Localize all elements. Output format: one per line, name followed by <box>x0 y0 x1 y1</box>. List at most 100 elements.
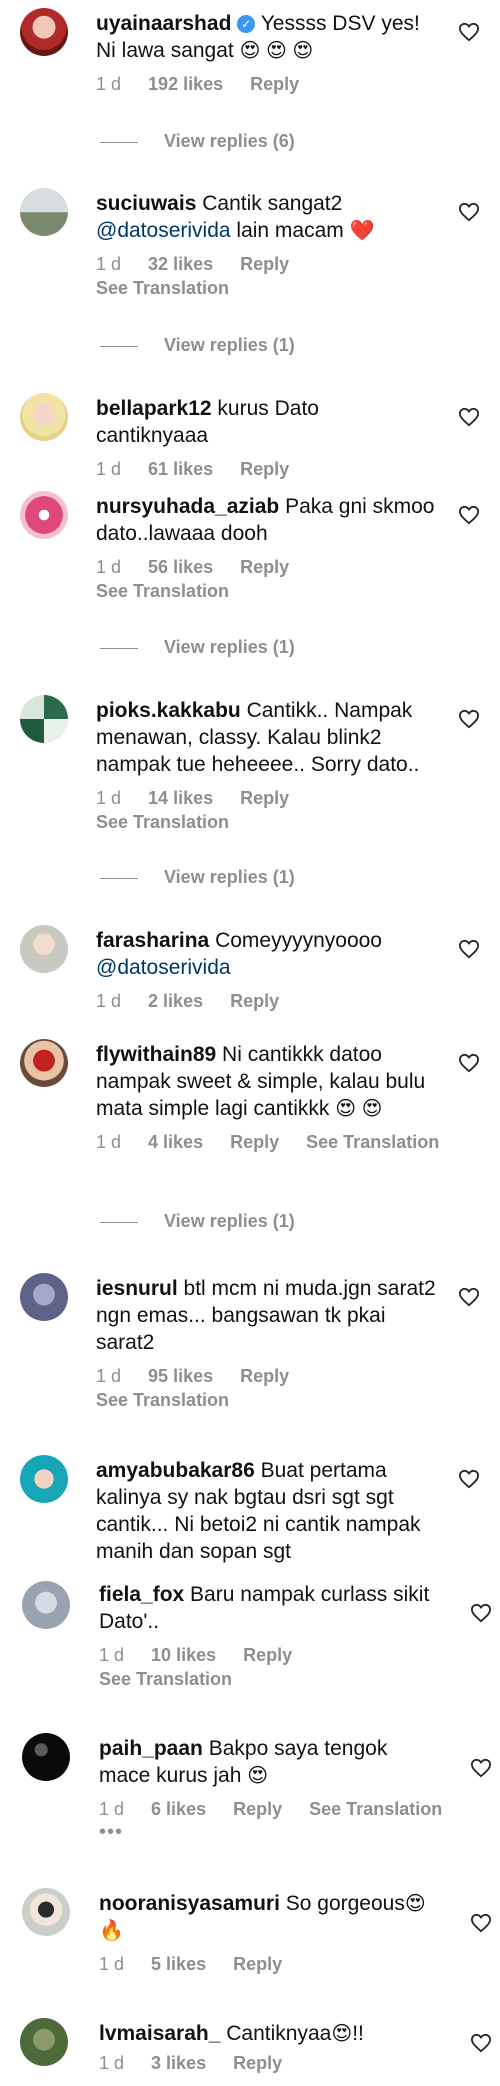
avatar[interactable] <box>20 2018 68 2066</box>
likes-count[interactable]: 4 likes <box>148 1132 203 1152</box>
fire-emoji: 🔥 <box>99 1920 124 1942</box>
comment-username[interactable]: suciuwais <box>96 192 196 215</box>
comment-username[interactable]: uyainaarshad <box>96 12 231 35</box>
heart-icon[interactable] <box>470 1603 492 1623</box>
comment-username[interactable]: farasharina <box>96 929 209 952</box>
see-translation-button[interactable]: See Translation <box>96 581 436 602</box>
comment-text: flywithain89 Ni cantikkk datoo nampak sw… <box>96 1043 426 1120</box>
comment-meta: 1 d 5 likes Reply <box>99 1954 283 1974</box>
comment-text: nursyuhada_aziab Paka gni skmoo dato..la… <box>96 495 435 545</box>
comment-text: amyabubakar86 Buat pertama kalinya sy na… <box>96 1459 421 1563</box>
comment-text: farasharina Comeyyyynyoooo @datoserivida <box>96 929 382 979</box>
avatar[interactable] <box>20 188 68 236</box>
comment-meta: 1 d 14 likes Reply <box>96 788 290 808</box>
reply-button[interactable]: Reply <box>250 74 299 94</box>
likes-count[interactable]: 61 likes <box>148 459 213 479</box>
comment-meta: 1 d 56 likes Reply <box>96 557 290 577</box>
comment-meta: 1 d 10 likes Reply <box>99 1645 293 1665</box>
reply-button[interactable]: Reply <box>243 1645 292 1665</box>
comment-meta: 1 d 2 likes Reply <box>96 991 280 1011</box>
reply-button[interactable]: Reply <box>240 459 289 479</box>
likes-count[interactable]: 192 likes <box>148 74 223 94</box>
comment-text: bellapark12 kurus Dato cantiknyaaa <box>96 397 319 447</box>
avatar[interactable] <box>20 491 68 539</box>
avatar[interactable] <box>20 1273 68 1321</box>
avatar[interactable] <box>22 1581 70 1629</box>
likes-count[interactable]: 95 likes <box>148 1366 213 1386</box>
view-replies-button[interactable]: View replies (6) <box>100 131 295 152</box>
reply-button[interactable]: Reply <box>240 788 289 808</box>
comment-text: paih_paan Bakpo saya tengok mace kurus j… <box>99 1737 388 1787</box>
emoji: 😍 <box>404 1893 426 1915</box>
heart-icon[interactable] <box>470 2033 492 2053</box>
view-replies-button[interactable]: View replies (1) <box>100 1211 295 1232</box>
comment-username[interactable]: paih_paan <box>99 1737 203 1760</box>
comment-text: pioks.kakkabu Cantikk.. Nampak menawan, … <box>96 699 420 776</box>
comment-username[interactable]: pioks.kakkabu <box>96 699 241 722</box>
likes-count[interactable]: 32 likes <box>148 254 213 274</box>
avatar[interactable] <box>20 1039 68 1087</box>
likes-count[interactable]: 6 likes <box>151 1799 206 1819</box>
comment-username[interactable]: nooranisyasamuri <box>99 1892 280 1915</box>
avatar[interactable] <box>20 393 68 441</box>
see-translation-button[interactable]: See Translation <box>99 1669 439 1690</box>
heart-icon[interactable] <box>458 1053 480 1073</box>
reply-button[interactable]: Reply <box>233 1954 282 1974</box>
avatar[interactable] <box>22 1888 70 1936</box>
comment-text: lvmaisarah_ Cantiknyaa😍!! <box>99 2022 364 2045</box>
reply-button[interactable]: Reply <box>230 991 279 1011</box>
heart-icon[interactable] <box>458 202 480 222</box>
reply-button[interactable]: Reply <box>230 1132 279 1152</box>
see-translation-button[interactable]: See Translation <box>309 1799 442 1819</box>
heart-icon[interactable] <box>458 407 480 427</box>
likes-count[interactable]: 10 likes <box>151 1645 216 1665</box>
reply-button[interactable]: Reply <box>240 1366 289 1386</box>
comment-meta: 1 d 192 likes Reply <box>96 74 300 94</box>
likes-count[interactable]: 2 likes <box>148 991 203 1011</box>
comment-username[interactable]: lvmaisarah_ <box>99 2022 220 2045</box>
avatar[interactable] <box>20 925 68 973</box>
heart-icon[interactable] <box>458 1469 480 1489</box>
view-replies-button[interactable]: View replies (1) <box>100 867 295 888</box>
avatar[interactable] <box>20 695 68 743</box>
view-replies-button[interactable]: View replies (1) <box>100 335 295 356</box>
comment-text: suciuwais Cantik sangat2 @datoserivida l… <box>96 192 375 242</box>
avatar[interactable] <box>22 1733 70 1781</box>
heart-icon[interactable] <box>458 505 480 525</box>
likes-count[interactable]: 3 likes <box>151 2053 206 2073</box>
mention-link[interactable]: @datoserivida <box>96 956 231 979</box>
likes-count[interactable]: 5 likes <box>151 1954 206 1974</box>
reply-button[interactable]: Reply <box>233 2053 282 2073</box>
view-replies-button[interactable]: View replies (1) <box>100 637 295 658</box>
heart-icon[interactable] <box>458 1287 480 1307</box>
heart-icon[interactable] <box>458 939 480 959</box>
comment-meta: 1 d 3 likes Reply <box>99 2053 283 2073</box>
heart-icon[interactable] <box>458 709 480 729</box>
reply-button[interactable]: Reply <box>240 557 289 577</box>
emoji: 😍 <box>247 1765 269 1787</box>
mention-link[interactable]: @datoserivida <box>96 219 231 242</box>
comment-username[interactable]: flywithain89 <box>96 1043 216 1066</box>
comment-username[interactable]: iesnurul <box>96 1277 178 1300</box>
avatar[interactable] <box>20 1455 68 1503</box>
reply-button[interactable]: Reply <box>240 254 289 274</box>
heart-icon[interactable] <box>458 22 480 42</box>
see-translation-button[interactable]: See Translation <box>96 812 436 833</box>
comment-meta: 1 d 32 likes Reply <box>96 254 290 274</box>
comment-username[interactable]: amyabubakar86 <box>96 1459 255 1482</box>
likes-count[interactable]: 56 likes <box>148 557 213 577</box>
comment-text: iesnurul btl mcm ni muda.jgn sarat2 ngn … <box>96 1277 436 1354</box>
avatar[interactable] <box>20 8 68 56</box>
heart-icon[interactable] <box>470 1913 492 1933</box>
likes-count[interactable]: 14 likes <box>148 788 213 808</box>
comment-text: nooranisyasamuri So gorgeous😍 🔥 <box>99 1892 426 1942</box>
comment-username[interactable]: nursyuhada_aziab <box>96 495 279 518</box>
see-translation-button[interactable]: See Translation <box>96 278 436 299</box>
comment-username[interactable]: bellapark12 <box>96 397 212 420</box>
heart-icon[interactable] <box>470 1758 492 1778</box>
more-options-icon[interactable]: ••• <box>99 1821 439 1844</box>
see-translation-button[interactable]: See Translation <box>96 1390 436 1411</box>
reply-button[interactable]: Reply <box>233 1799 282 1819</box>
see-translation-button[interactable]: See Translation <box>306 1132 439 1152</box>
comment-username[interactable]: fiela_fox <box>99 1583 184 1606</box>
